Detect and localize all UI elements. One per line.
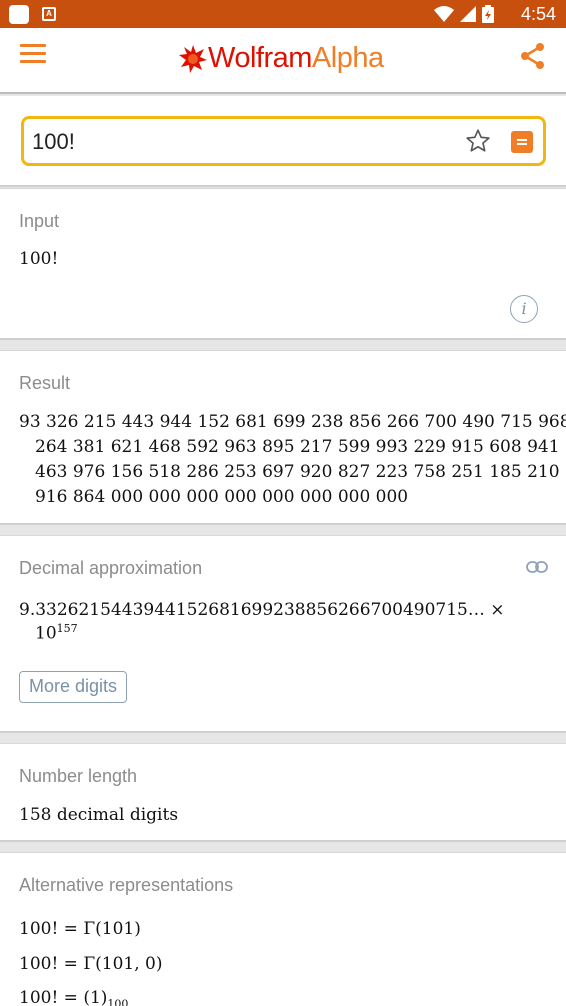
alternative-representations-pod: Alternative representations 100! = Γ(101… (0, 852, 566, 1006)
pod-title-result: Result (19, 373, 71, 393)
wolframalpha-logo: WolframAlpha (178, 42, 384, 75)
input-expression: 100! (19, 249, 59, 269)
decimal-exponent: 157 (56, 622, 78, 635)
pod-title-decimal-approximation: Decimal approximation (19, 558, 203, 578)
number-length-value: 158 decimal digits (19, 805, 179, 825)
battery-icon (482, 5, 494, 23)
accessibility-notification-icon: A (42, 7, 56, 21)
clock: 4:54 (520, 4, 556, 24)
input-pod: Input 100! i (0, 188, 566, 340)
logo-text-alpha: Alpha (311, 42, 384, 74)
alternative-row-1: 100! = Γ(101) (19, 919, 141, 939)
search-input[interactable]: 100! (21, 116, 546, 166)
keyboard-equals-icon[interactable] (511, 131, 533, 153)
result-line-1: 93 326 215 443 944 152 681 699 238 856 2… (19, 412, 566, 432)
cellular-signal-icon (460, 6, 476, 22)
alternative-row-3: 100! = (1)100 (19, 988, 128, 1006)
menu-icon[interactable] (20, 44, 46, 66)
info-icon[interactable]: i (510, 295, 538, 323)
favorite-star-icon[interactable] (465, 128, 491, 154)
search-area: 100! (0, 96, 566, 187)
more-digits-button[interactable]: More digits (19, 671, 128, 703)
decimal-mantissa: 9.33262154439441526816992388562667004907… (19, 600, 505, 620)
search-query-text[interactable]: 100! (32, 129, 75, 155)
spikey-logo-icon (179, 44, 207, 73)
result-line-2: 264 381 621 468 592 963 895 217 599 993 … (35, 437, 566, 457)
app-bar: WolframAlpha (0, 28, 566, 94)
pod-title-alternative-representations: Alternative representations (19, 875, 234, 895)
share-icon[interactable] (520, 42, 546, 70)
number-length-pod: Number length 158 decimal digits (0, 743, 566, 842)
decimal-approximation-pod: Decimal approximation 9.3326215443944152… (0, 535, 566, 733)
result-line-3: 463 976 156 518 286 253 697 920 827 223 … (35, 462, 566, 482)
pod-title-input: Input (19, 211, 60, 231)
decimal-power: 10157 (35, 622, 78, 644)
result-line-4: 916 864 000 000 000 000 000 000 000 000 (35, 487, 409, 507)
status-bar: A 4:54 (0, 0, 566, 28)
pod-title-number-length: Number length (19, 766, 138, 786)
wifi-icon (434, 6, 454, 22)
alternative-row-2: 100! = Γ(101, 0) (19, 954, 163, 974)
notification-icon (9, 5, 29, 24)
result-pod: Result 93 326 215 443 944 152 681 699 23… (0, 350, 566, 525)
link-icon[interactable] (526, 560, 548, 574)
logo-text-wolfram: Wolfram (208, 42, 312, 74)
alternative-row-3-subscript: 100 (107, 997, 129, 1006)
